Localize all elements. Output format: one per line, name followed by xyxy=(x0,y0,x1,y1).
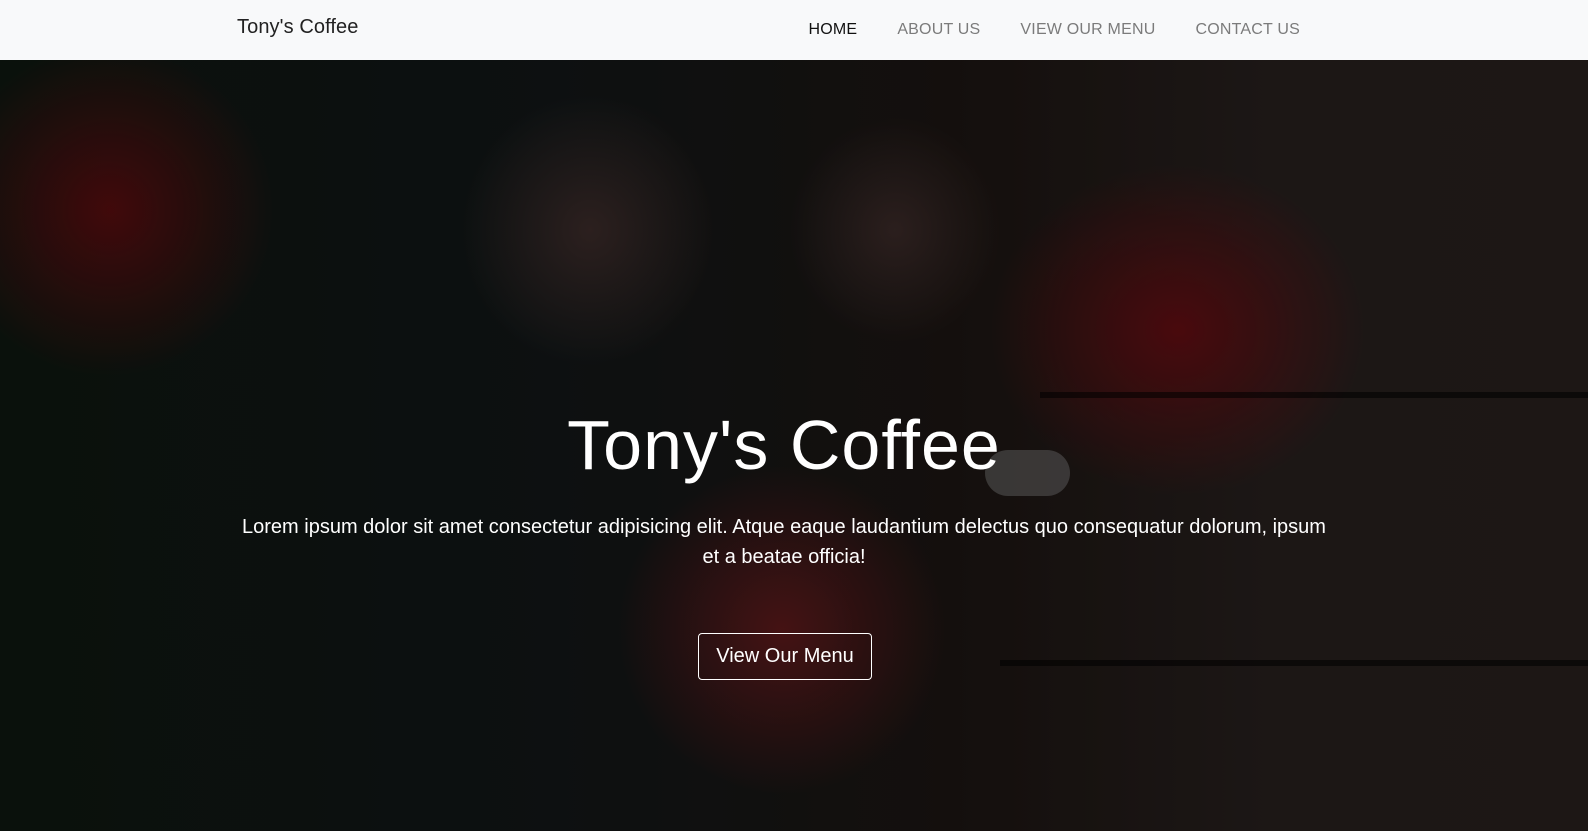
hero-section: Tony's Coffee Lorem ipsum dolor sit amet… xyxy=(0,60,1588,831)
hero-title: Tony's Coffee xyxy=(567,406,1001,484)
hero-description: Lorem ipsum dolor sit amet consectetur a… xyxy=(242,516,1326,568)
nav-link-about-us[interactable]: ABOUT US xyxy=(897,21,980,39)
nav-links: HOME ABOUT US VIEW OUR MENU CONTACT US xyxy=(809,0,1301,60)
nav-link-view-our-menu[interactable]: VIEW OUR MENU xyxy=(1020,21,1155,39)
brand-link[interactable]: Tony's Coffee xyxy=(237,16,359,39)
nav-link-contact-us[interactable]: CONTACT US xyxy=(1195,21,1300,39)
nav-link-home[interactable]: HOME xyxy=(809,21,858,39)
view-our-menu-button[interactable]: View Our Menu xyxy=(698,633,872,680)
navbar: Tony's Coffee HOME ABOUT US VIEW OUR MEN… xyxy=(0,0,1588,60)
